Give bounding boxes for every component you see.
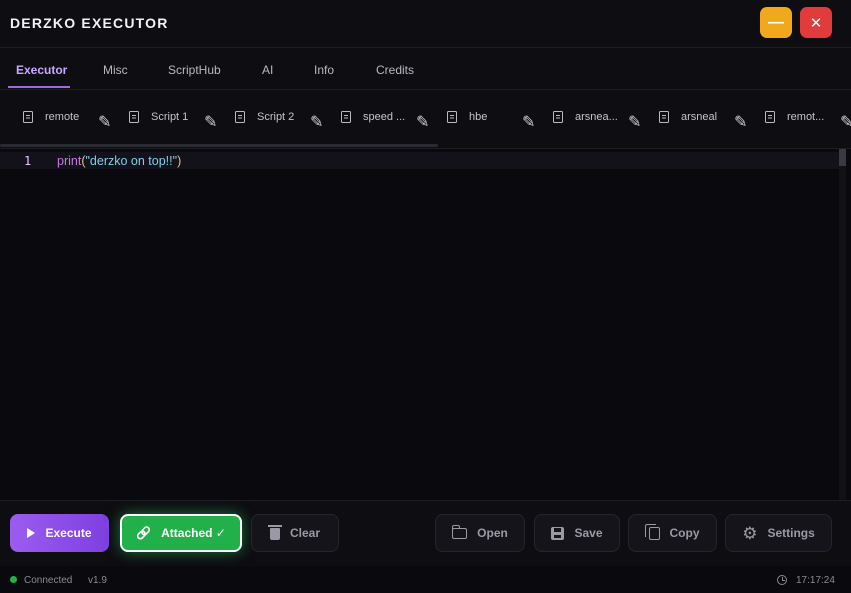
- script-tab-remote[interactable]: remote: [23, 108, 79, 126]
- copy-button[interactable]: Copy: [628, 514, 717, 552]
- pencil-icon[interactable]: ✎: [522, 112, 535, 132]
- close-button[interactable]: ✕: [800, 7, 832, 38]
- script-tab-bar: remote ✎ Script 1 ✎ Script 2 ✎ speed ...…: [0, 90, 851, 148]
- editor-scrollbar-thumb[interactable]: [839, 149, 846, 166]
- gear-icon: ⚙: [742, 523, 758, 543]
- clear-button[interactable]: Clear: [251, 514, 339, 552]
- tab-credits[interactable]: Credits: [376, 63, 414, 77]
- file-icon: [23, 111, 33, 123]
- clock-icon: [777, 575, 787, 585]
- connection-status-dot: [10, 576, 17, 583]
- code-editor[interactable]: 1 print("derzko on top!!"): [0, 148, 851, 501]
- pencil-icon[interactable]: ✎: [734, 112, 747, 132]
- execute-button[interactable]: Execute: [10, 514, 109, 552]
- script-tab-scrollbar[interactable]: [0, 144, 438, 147]
- connection-status: Connected: [24, 575, 73, 586]
- script-tab-label: arsneal: [681, 111, 718, 123]
- file-icon: [659, 111, 669, 123]
- file-icon: [341, 111, 351, 123]
- app-title: DERZKO EXECUTOR: [10, 15, 169, 31]
- minimize-button[interactable]: —: [760, 7, 792, 38]
- attached-label: Attached ✓: [161, 526, 226, 540]
- save-label: Save: [574, 526, 603, 540]
- code-paren-close: ): [177, 154, 182, 168]
- title-bar: DERZKO EXECUTOR — ✕: [0, 0, 851, 48]
- script-tab-arsneal[interactable]: arsneal: [659, 108, 717, 126]
- tab-executor[interactable]: Executor: [16, 63, 67, 77]
- script-tab-script-2[interactable]: Script 2: [235, 108, 294, 126]
- clear-label: Clear: [289, 526, 321, 540]
- pencil-icon[interactable]: ✎: [840, 112, 851, 132]
- settings-label: Settings: [767, 526, 815, 540]
- editor-scrollbar[interactable]: [839, 149, 846, 501]
- copy-icon: [644, 523, 660, 540]
- pencil-icon[interactable]: ✎: [204, 112, 217, 132]
- version-label: v1.9: [88, 575, 107, 586]
- script-tab-speed[interactable]: speed ...: [341, 108, 405, 126]
- code-function: print: [57, 154, 82, 168]
- pencil-icon[interactable]: ✎: [98, 112, 111, 132]
- tab-info[interactable]: Info: [314, 63, 334, 77]
- code-string: "derzko on top!!": [85, 154, 178, 168]
- main-tab-bar: Executor Misc ScriptHub AI Info Credits: [0, 48, 851, 90]
- script-tab-arsnea-1[interactable]: arsnea...: [553, 108, 618, 126]
- copy-label: Copy: [669, 526, 700, 540]
- floppy-disk-icon: [551, 526, 565, 540]
- script-tab-remote-2[interactable]: remot...: [765, 108, 824, 126]
- folder-icon: [451, 524, 468, 539]
- tab-scripthub[interactable]: ScriptHub: [168, 63, 221, 77]
- script-tab-script-1[interactable]: Script 1: [129, 108, 188, 126]
- file-icon: [447, 111, 457, 123]
- line-number: 1: [24, 154, 32, 168]
- script-tab-label: remote: [45, 111, 80, 123]
- settings-button[interactable]: ⚙ Settings: [725, 514, 832, 552]
- trash-icon: [267, 525, 282, 540]
- tab-ai[interactable]: AI: [262, 63, 273, 77]
- status-bar: Connected v1.9 17:17:24: [0, 566, 851, 593]
- action-toolbar: Execute 🔗 Attached ✓ Clear Open Save Cop…: [0, 500, 851, 566]
- active-tab-indicator: [8, 86, 70, 88]
- script-tab-hbe[interactable]: hbe: [447, 108, 487, 126]
- status-time: 17:17:24: [796, 575, 835, 586]
- close-icon: ✕: [809, 14, 823, 32]
- script-tab-label: arsnea...: [575, 111, 618, 123]
- attached-button[interactable]: 🔗 Attached ✓: [120, 514, 242, 552]
- script-tab-label: hbe: [469, 111, 488, 123]
- script-tab-label: speed ...: [363, 111, 406, 123]
- pencil-icon[interactable]: ✎: [310, 112, 323, 132]
- link-icon: 🔗: [136, 526, 152, 540]
- file-icon: [553, 111, 563, 123]
- file-icon: [235, 111, 245, 123]
- save-button[interactable]: Save: [534, 514, 620, 552]
- file-icon: [129, 111, 139, 123]
- script-tab-label: remot...: [787, 111, 825, 123]
- play-icon: [27, 528, 36, 538]
- open-button[interactable]: Open: [435, 514, 525, 552]
- pencil-icon[interactable]: ✎: [628, 112, 641, 132]
- open-label: Open: [477, 526, 508, 540]
- script-tab-label: Script 1: [151, 111, 189, 123]
- code-line[interactable]: print("derzko on top!!"): [57, 154, 181, 168]
- script-tab-label: Script 2: [257, 111, 295, 123]
- pencil-icon[interactable]: ✎: [416, 112, 429, 132]
- file-icon: [765, 111, 775, 123]
- execute-label: Execute: [45, 526, 92, 540]
- minimize-icon: —: [768, 13, 784, 31]
- tab-misc[interactable]: Misc: [103, 63, 128, 77]
